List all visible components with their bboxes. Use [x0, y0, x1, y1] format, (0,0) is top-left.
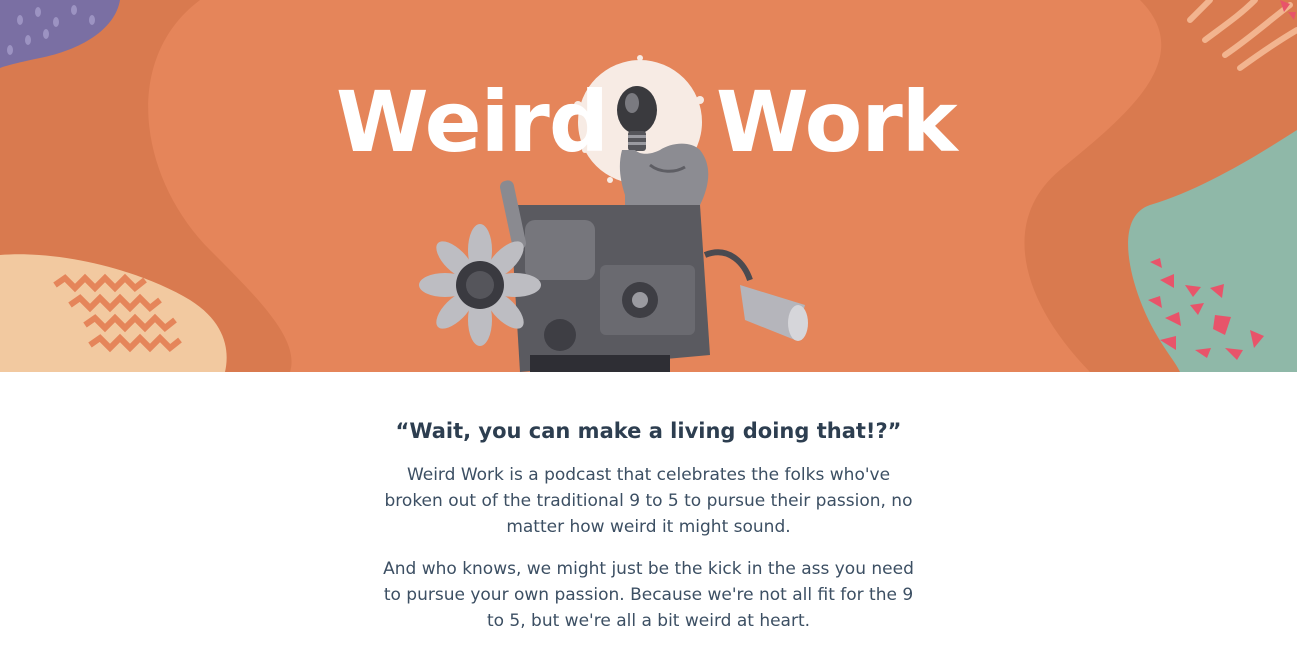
- logo-word-work: Work: [716, 73, 958, 171]
- tagline-heading: “Wait, you can make a living doing that!…: [395, 419, 902, 443]
- intro-paragraph: Weird Work is a podcast that celebrates …: [384, 465, 913, 537]
- intro-section: “Wait, you can make a living doing that!…: [0, 416, 1297, 634]
- desk-lamp: [703, 249, 753, 282]
- hero-banner: Weird Work: [0, 0, 1297, 372]
- passion-paragraph: And who knows, we might just be the kick…: [383, 559, 914, 631]
- logo-word-weird: Weird: [336, 73, 609, 171]
- podcast-logo: Weird Work: [0, 72, 1297, 182]
